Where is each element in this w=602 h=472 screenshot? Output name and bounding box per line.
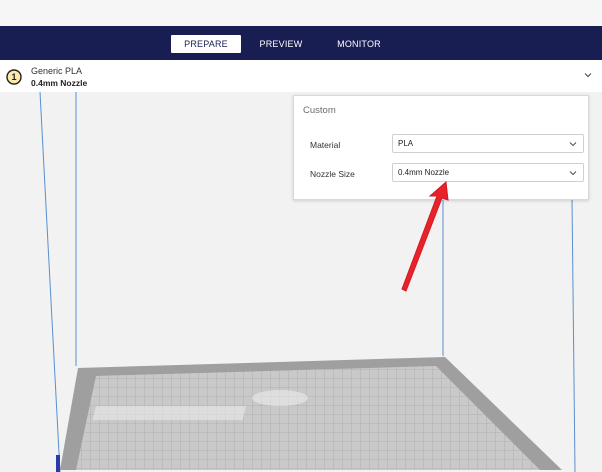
red-pointer-arrow-icon — [401, 180, 449, 292]
